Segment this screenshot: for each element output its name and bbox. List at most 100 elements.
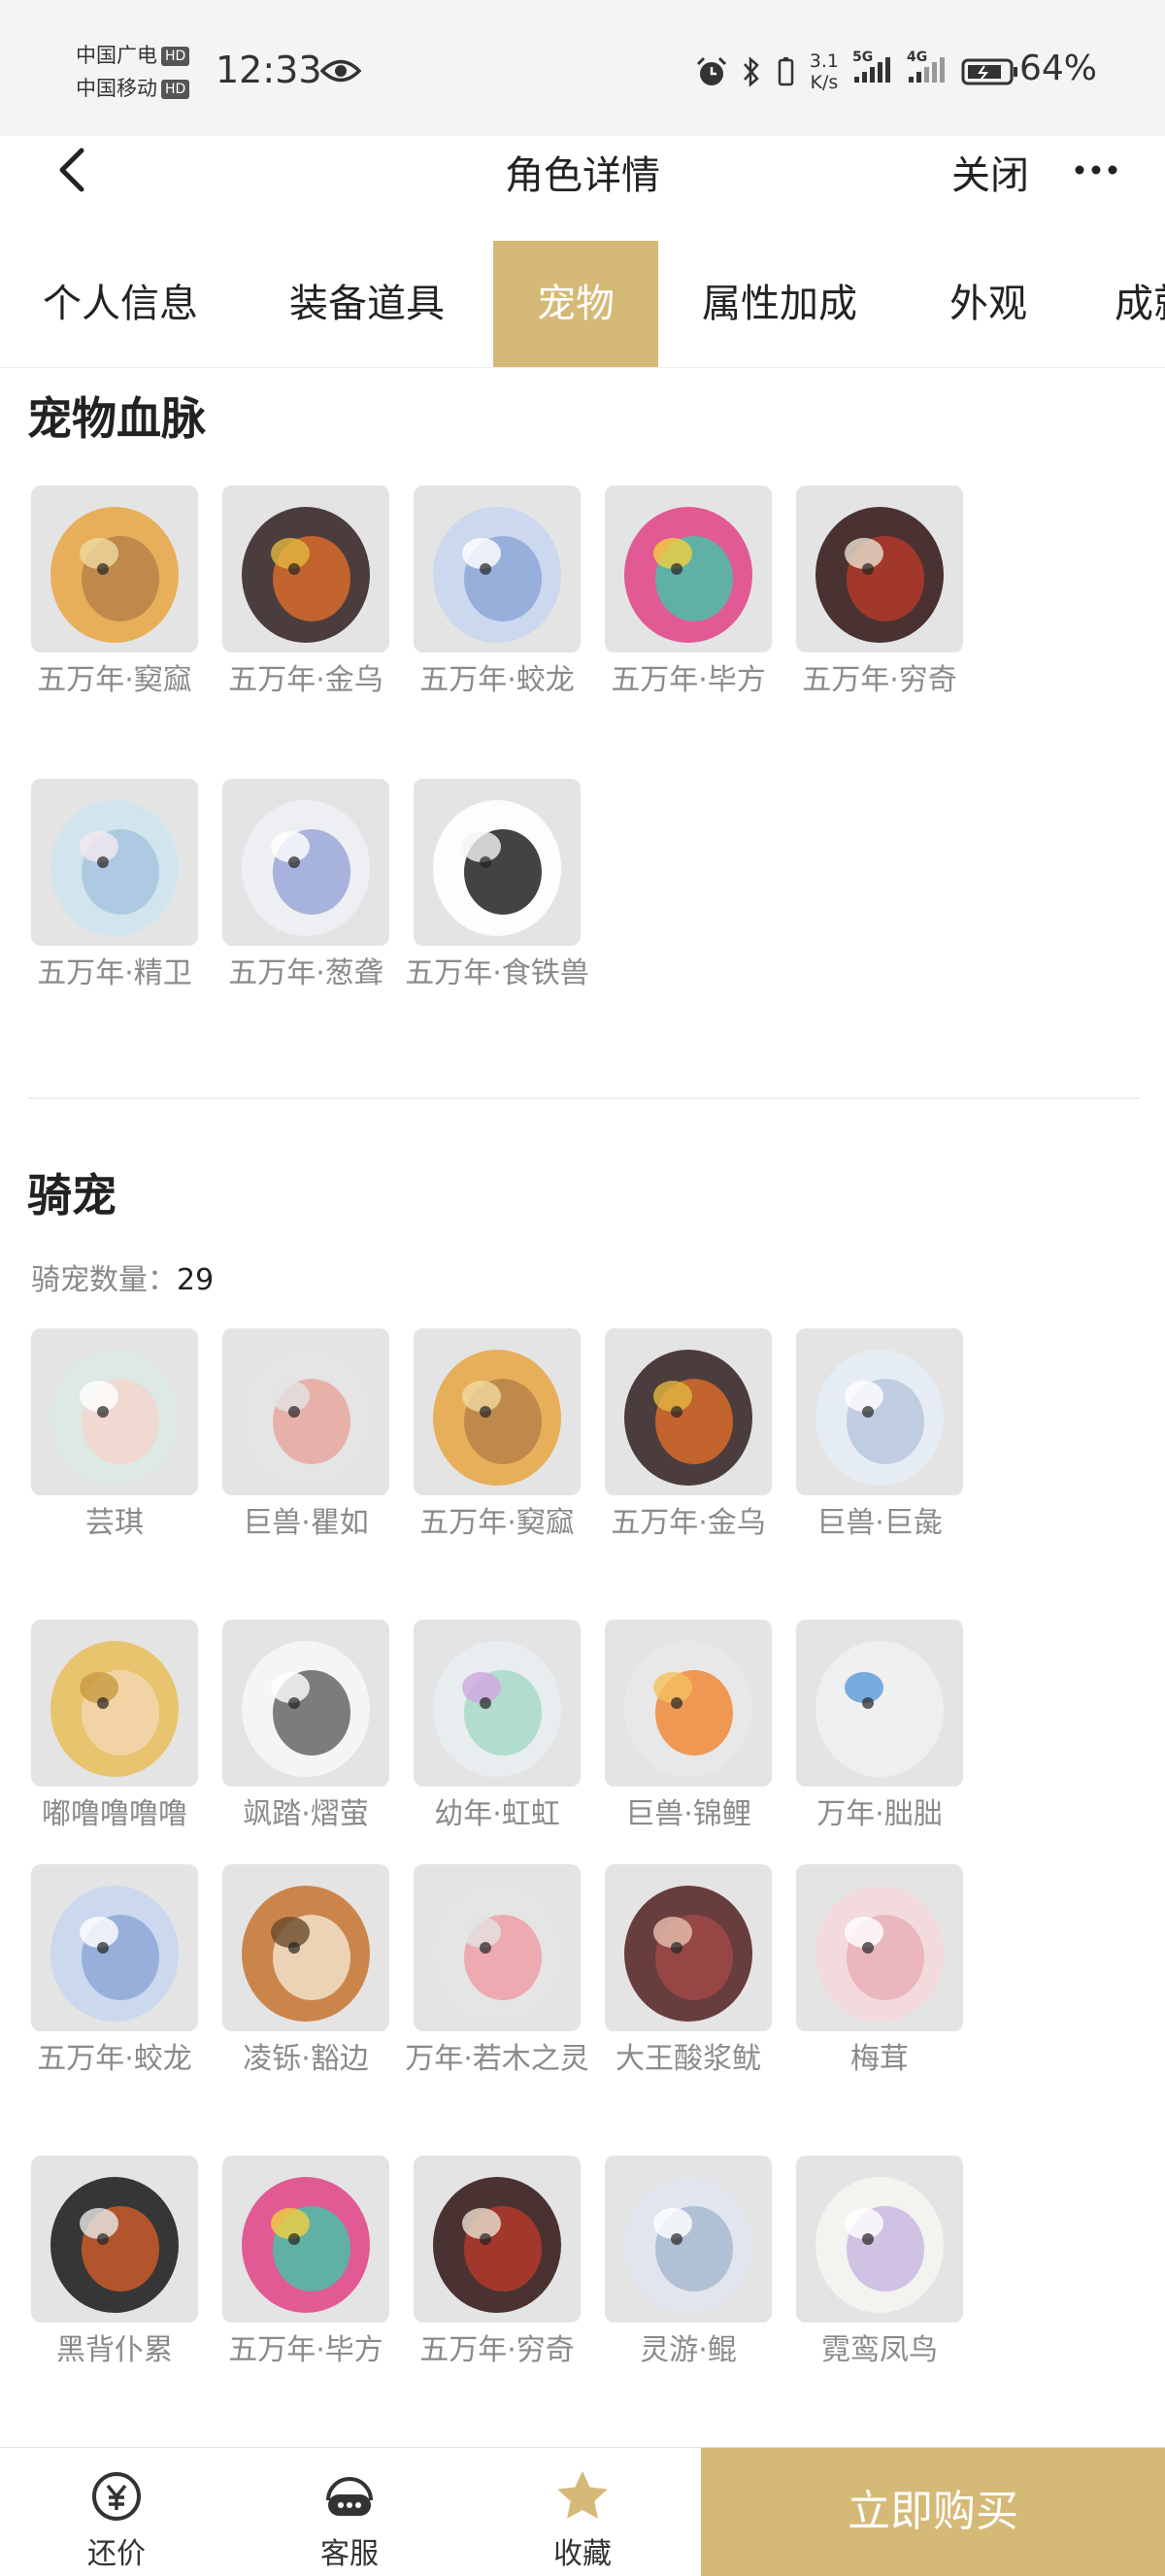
horned-beast-portrait-icon <box>414 1328 581 1495</box>
pet-card[interactable]: 五万年·金乌 <box>222 485 389 705</box>
pet-name: 梅茸 <box>850 2042 909 2076</box>
pet-card[interactable]: 黑背仆累 <box>31 2156 198 2375</box>
pet-card[interactable]: 霓鸾凤鸟 <box>796 2156 963 2375</box>
pet-card[interactable]: 万年·朏朏 <box>796 1620 963 1839</box>
crane-bird-portrait-icon <box>605 485 772 652</box>
horned-beast-portrait-icon <box>31 485 198 652</box>
pet-name: 五万年·金乌 <box>228 663 383 697</box>
blue-dragon-portrait-icon <box>414 485 581 652</box>
crystal-fish-portrait-icon <box>414 1620 581 1787</box>
pet-card[interactable]: 五万年·穷奇 <box>414 2156 581 2375</box>
status-bar: 中国广电 HD 中国移动 HD 12:33 3.1 K/s 5G 4G 64% <box>0 0 1165 136</box>
squid-portrait-icon <box>605 1864 772 2031</box>
star-icon <box>557 2471 608 2519</box>
pet-card[interactable]: 五万年·精卫 <box>31 779 198 998</box>
pet-card[interactable]: 芸琪 <box>31 1328 198 1548</box>
bloodline-section-title: 宠物血脉 <box>27 392 206 445</box>
lotus-portrait-icon <box>414 1864 581 2031</box>
pet-name: 黑背仆累 <box>56 2333 173 2367</box>
tab-attribute-bonus[interactable]: 属性加成 <box>702 241 857 367</box>
pet-card[interactable]: 幼年·虹虹 <box>414 1620 581 1839</box>
close-button[interactable]: 关闭 <box>951 144 1029 200</box>
white-cat-portrait-icon <box>796 1620 963 1787</box>
pet-name: 凌铄·豁边 <box>243 2042 369 2076</box>
pet-name: 五万年·精卫 <box>37 956 192 990</box>
pet-name: 五万年·穷奇 <box>419 2333 575 2367</box>
pet-card[interactable]: 巨兽·瞿如 <box>222 1328 389 1548</box>
pet-name: 霓鸾凤鸟 <box>821 2333 938 2367</box>
pet-card[interactable]: 五万年·蛟龙 <box>31 1864 198 2084</box>
golden-girl-portrait-icon <box>31 1620 198 1787</box>
pet-card[interactable]: 嘟噜噜噜噜 <box>31 1620 198 1839</box>
bargain-button[interactable]: 还价 <box>29 2448 204 2576</box>
tab-equipment[interactable]: 装备道具 <box>289 241 445 367</box>
pet-card[interactable]: 五万年·毕方 <box>222 2156 389 2375</box>
more-options-icon[interactable] <box>1074 163 1118 177</box>
tab-achievements[interactable]: 成就 <box>1115 241 1165 367</box>
white-fluff-portrait-icon <box>222 1620 389 1787</box>
crane-bird-portrait-icon <box>222 2156 389 2323</box>
red-beast-portrait-icon <box>796 485 963 652</box>
pet-card[interactable]: 五万年·食铁兽 <box>405 779 589 998</box>
blue-dragon-portrait-icon <box>31 1864 198 2031</box>
buy-now-button[interactable]: 立即购买 <box>701 2448 1165 2576</box>
mount-count-value: 29 <box>177 1263 215 1297</box>
pet-name: 嘟噜噜噜噜 <box>42 1797 187 1831</box>
doll-girl-portrait-icon <box>31 1328 198 1495</box>
pet-card[interactable]: 五万年·毕方 <box>605 485 772 705</box>
fairy-girl-portrait-icon <box>31 779 198 946</box>
pink-claw-portrait-icon <box>222 1328 389 1495</box>
net-speed: 3.1 K/s <box>809 50 839 93</box>
pet-name: 巨兽·瞿如 <box>243 1506 369 1540</box>
pet-card[interactable]: 五万年·窫窳 <box>31 485 198 705</box>
pet-name: 大王酸浆鱿 <box>616 2042 761 2076</box>
hd-badge: HD <box>161 47 190 66</box>
pet-name: 万年·朏朏 <box>816 1797 943 1831</box>
fluffy-bird-portrait-icon <box>796 2156 963 2323</box>
tab-pets[interactable]: 宠物 <box>493 241 658 367</box>
carrier-2: 中国移动 <box>76 77 157 100</box>
signal-5g-icon: 5G <box>852 50 893 89</box>
pet-name: 五万年·蛟龙 <box>419 663 575 697</box>
silver-fish-portrait-icon <box>605 2156 772 2323</box>
pet-card[interactable]: 五万年·窫窳 <box>414 1328 581 1548</box>
dark-bird-portrait-icon <box>605 1328 772 1495</box>
pet-name: 巨兽·锦鲤 <box>625 1797 751 1831</box>
tab-appearance[interactable]: 外观 <box>949 241 1027 367</box>
pet-card[interactable]: 飒踏·熠萤 <box>222 1620 389 1839</box>
pet-name: 芸琪 <box>85 1506 144 1540</box>
pet-name: 五万年·毕方 <box>228 2333 383 2367</box>
pet-card[interactable]: 五万年·金乌 <box>605 1328 772 1548</box>
white-boar-portrait-icon <box>796 1328 963 1495</box>
pet-name: 五万年·窫窳 <box>37 663 192 697</box>
pet-card[interactable]: 梅茸 <box>796 1864 963 2084</box>
pet-card[interactable]: 五万年·葱聋 <box>222 779 389 998</box>
pet-card[interactable]: 万年·若木之灵 <box>405 1864 589 2084</box>
pet-card[interactable]: 巨兽·锦鲤 <box>605 1620 772 1839</box>
pet-name: 五万年·葱聋 <box>228 956 383 990</box>
pet-name: 万年·若木之灵 <box>405 2042 589 2076</box>
pet-card[interactable]: 凌铄·豁边 <box>222 1864 389 2084</box>
panda-portrait-icon <box>414 779 581 946</box>
pet-card[interactable]: 巨兽·巨彘 <box>796 1328 963 1548</box>
tab-bar: 个人信息 装备道具 宠物 属性加成 外观 成就 <box>0 241 1165 368</box>
carrier-info: 中国广电 HD 中国移动 HD <box>76 39 190 105</box>
pet-name: 幼年·虹虹 <box>434 1797 560 1831</box>
tab-personal-info[interactable]: 个人信息 <box>43 241 198 367</box>
pet-name: 五万年·毕方 <box>611 663 766 697</box>
pet-card[interactable]: 灵游·鲲 <box>605 2156 772 2375</box>
pet-name: 五万年·金乌 <box>611 1506 766 1540</box>
favorite-button[interactable]: 收藏 <box>495 2448 670 2576</box>
bottom-action-bar: 还价 客服 收藏 立即购买 <box>0 2447 1165 2576</box>
status-icons: 3.1 K/s 5G 4G <box>695 50 1019 93</box>
black-beetle-portrait-icon <box>31 2156 198 2323</box>
pet-card[interactable]: 五万年·蛟龙 <box>414 485 581 705</box>
pet-name: 五万年·穷奇 <box>802 663 957 697</box>
customer-service-button[interactable]: 客服 <box>262 2448 437 2576</box>
pet-card[interactable]: 大王酸浆鱿 <box>605 1864 772 2084</box>
pet-card[interactable]: 五万年·穷奇 <box>796 485 963 705</box>
pink-elf-portrait-icon <box>796 1864 963 2031</box>
fox-portrait-icon <box>222 1864 389 2031</box>
mount-count: 骑宠数量：29 <box>31 1263 215 1297</box>
pet-name: 五万年·蛟龙 <box>37 2042 192 2076</box>
